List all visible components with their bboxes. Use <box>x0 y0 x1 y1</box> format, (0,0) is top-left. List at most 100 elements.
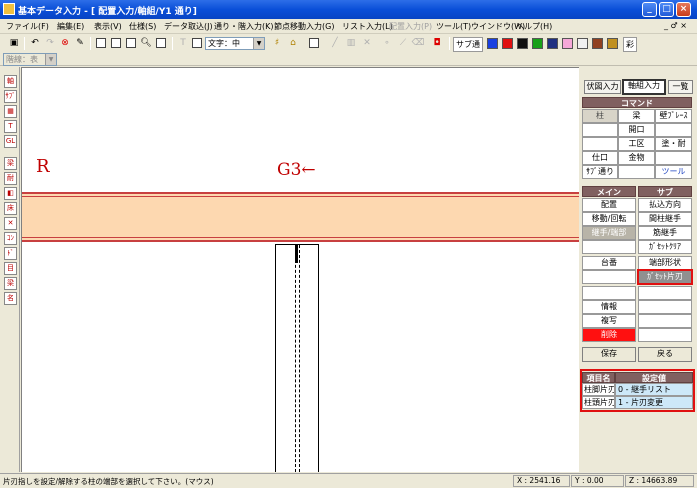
main-empty-button[interactable] <box>582 270 636 284</box>
text-size-combo[interactable]: 文字：中 ▼ <box>205 37 265 50</box>
redo-icon[interactable]: ↷ <box>43 36 57 50</box>
close-button[interactable]: × <box>676 2 691 17</box>
menu-spec[interactable]: 仕様(S) <box>129 21 156 32</box>
refresh-icon[interactable] <box>154 36 168 50</box>
menu-node-move[interactable]: 節点移動入力(G) <box>274 21 334 32</box>
text-icon[interactable] <box>190 36 204 50</box>
floor-tool-icon[interactable]: 床 <box>4 202 17 215</box>
main-copy-button[interactable]: 複写 <box>582 314 636 328</box>
main-empty-button[interactable] <box>582 286 636 300</box>
column-end-marker[interactable] <box>295 245 298 263</box>
concrete-tool-icon[interactable]: ｺﾝ <box>4 232 17 245</box>
maximize-button[interactable]: □ <box>659 2 674 17</box>
column-tool-icon[interactable]: T柱 <box>4 120 17 133</box>
color-swatch[interactable] <box>517 38 528 49</box>
cmd-hardware[interactable]: 金物 <box>618 151 655 165</box>
minimize-button[interactable]: _ <box>642 2 657 17</box>
menu-view[interactable]: 表示(V) <box>94 21 122 32</box>
text-style-icon[interactable]: T <box>176 36 190 50</box>
cmd-column[interactable]: 柱 <box>582 109 618 123</box>
column-element[interactable] <box>275 244 319 472</box>
undo-icon[interactable]: ↶ <box>28 36 42 50</box>
axis-tool-icon[interactable]: 軸 <box>4 75 17 88</box>
color-swatch[interactable] <box>562 38 573 49</box>
tab-plan-input[interactable]: 伏図入力 <box>584 80 621 94</box>
color-swatch[interactable] <box>577 38 588 49</box>
diagonal-icon[interactable]: ⟋ <box>396 36 410 50</box>
door-tool-icon[interactable]: ﾄﾞ <box>4 247 17 260</box>
color-swatch[interactable] <box>487 38 498 49</box>
cmd-joint[interactable]: 仕口 <box>582 151 618 165</box>
print-icon[interactable] <box>109 36 123 50</box>
erase-icon[interactable]: ⌫ <box>411 36 425 50</box>
cmd-beam[interactable]: 梁 <box>618 109 655 123</box>
bar-icon[interactable]: ▥ <box>344 36 358 50</box>
menu-placement[interactable]: 配置入力(P) <box>389 21 432 32</box>
color-swatch[interactable] <box>502 38 513 49</box>
chevron-down-icon[interactable]: ▼ <box>45 54 56 65</box>
cmd-empty[interactable] <box>582 123 618 137</box>
main-place-button[interactable]: 配置 <box>582 198 636 212</box>
save-button[interactable]: 保存 <box>582 347 636 362</box>
pick-icon[interactable]: ✎ <box>73 36 87 50</box>
sub-empty-button[interactable] <box>638 328 692 342</box>
color-settings-label[interactable]: 彩 <box>623 37 637 52</box>
menu-file[interactable]: ファイル(F) <box>6 21 49 32</box>
main-joint-end-button[interactable]: 継手/端部 <box>582 226 636 240</box>
cmd-paint-fire[interactable]: 塗・耐 <box>655 137 692 151</box>
cmd-empty[interactable] <box>582 137 618 151</box>
menu-help[interactable]: ヘルプ(H) <box>516 21 552 32</box>
table-tool-icon[interactable]: ▦ <box>4 105 17 118</box>
color-swatch[interactable] <box>592 38 603 49</box>
color-swatch[interactable] <box>532 38 543 49</box>
cmd-empty[interactable] <box>655 151 692 165</box>
cmd-wall-brace[interactable]: 壁ﾌﾞﾚｰｽ <box>655 109 692 123</box>
cmd-opening[interactable]: 開口 <box>618 123 655 137</box>
main-number-button[interactable]: 台番 <box>582 256 636 270</box>
beam-element[interactable] <box>22 192 579 242</box>
menu-edit[interactable]: 編集(E) <box>57 21 84 32</box>
mdi-controls[interactable]: _ ♂ × <box>664 21 687 30</box>
main-info-button[interactable]: 情報 <box>582 300 636 314</box>
zoom-icon[interactable]: 🔍︎ <box>139 36 153 50</box>
color-swatch[interactable] <box>607 38 618 49</box>
main-empty-button[interactable] <box>582 240 636 254</box>
sub-grid-label[interactable]: サブ通 <box>453 37 483 52</box>
chevron-down-icon[interactable]: ▼ <box>253 38 264 49</box>
cmd-section[interactable]: 工区 <box>618 137 655 151</box>
back-button[interactable]: 戻る <box>638 347 692 362</box>
zoom-window-icon[interactable] <box>124 36 138 50</box>
main-delete-button[interactable]: 削除 <box>582 328 636 342</box>
sub-stud-joint-button[interactable]: 間柱継手 <box>638 212 692 226</box>
tab-list[interactable]: 一覧 <box>668 80 693 94</box>
cmd-empty[interactable] <box>655 123 692 137</box>
node-icon[interactable]: ∘ <box>380 36 394 50</box>
panel-tool-icon[interactable]: ◧ <box>4 187 17 200</box>
floor-combo[interactable]: 階線：表 ▼ <box>3 53 57 66</box>
drawing-canvas[interactable]: R G3← <box>21 67 579 472</box>
sub-grid-tool-icon[interactable]: ｻﾌﾞ <box>4 90 17 103</box>
sub-brace-joint-button[interactable]: 筋継手 <box>638 226 692 240</box>
cmd-empty[interactable] <box>618 165 655 179</box>
stop-icon[interactable]: ⊗ <box>58 36 72 50</box>
menu-import[interactable]: データ取込(J) <box>164 21 213 32</box>
beam-tool-icon[interactable]: 梁 <box>4 157 17 170</box>
gl-tool-icon[interactable]: GL <box>4 135 17 148</box>
brace-tool-icon[interactable]: ✕ <box>4 217 17 230</box>
sub-end-shape-button[interactable]: 端部形状 <box>638 256 692 270</box>
eye-tool-icon[interactable]: 目 <box>4 262 17 275</box>
sub-direction-button[interactable]: 払込方向 <box>638 198 692 212</box>
sub-empty-button[interactable] <box>638 286 692 300</box>
menu-grid-floor[interactable]: 通り・階入力(K) <box>214 21 274 32</box>
sub-empty-button[interactable] <box>638 314 692 328</box>
calc-icon[interactable] <box>307 36 321 50</box>
menu-list-input[interactable]: リスト入力(L) <box>342 21 393 32</box>
menu-tools[interactable]: ツール(T) <box>436 21 471 32</box>
frame-icon[interactable]: ◘ <box>430 36 444 50</box>
cross-icon[interactable]: ✕ <box>360 36 374 50</box>
color-swatch[interactable] <box>547 38 558 49</box>
grid-icon[interactable]: ♯ <box>270 36 284 50</box>
beam-name-tool-icon[interactable]: 梁 <box>4 277 17 290</box>
cmd-tools[interactable]: ツール <box>655 165 692 179</box>
snap-icon[interactable]: ⌂ <box>286 36 300 50</box>
